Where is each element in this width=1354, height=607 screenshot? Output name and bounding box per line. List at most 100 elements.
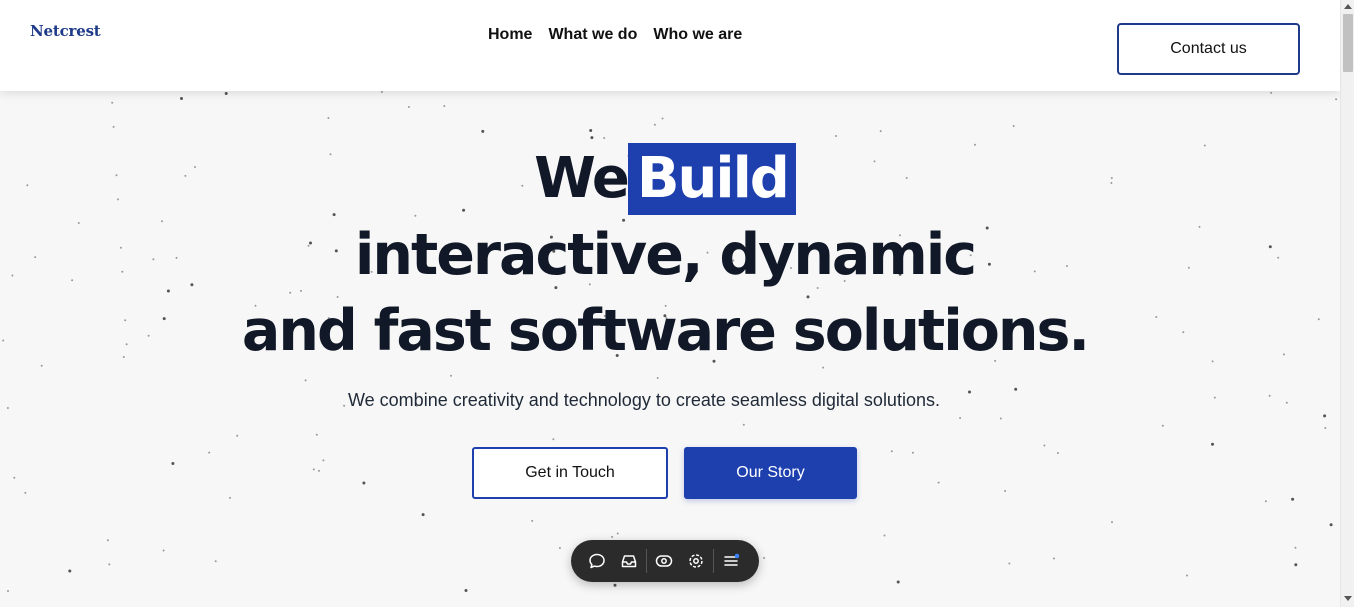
page-scrollbar[interactable] [1340, 0, 1354, 607]
star-dot [300, 289, 302, 292]
star-dot [1004, 490, 1007, 492]
star-dot [112, 125, 115, 128]
star-dot [450, 374, 452, 377]
star-dot [108, 563, 111, 566]
hero-headline-line2: interactive, dynamic [354, 222, 977, 288]
star-dot [1294, 546, 1297, 549]
star-dot [236, 434, 239, 437]
star-dot [835, 135, 837, 137]
star-dot [1211, 442, 1214, 446]
star-dot [1329, 523, 1333, 527]
star-dot [224, 92, 228, 95]
star-dot [1186, 574, 1188, 577]
star-dot [822, 366, 825, 369]
star-dot [1012, 125, 1015, 127]
star-dot [208, 451, 211, 454]
star-dot [896, 580, 900, 584]
get-in-touch-button[interactable]: Get in Touch [472, 447, 668, 499]
star-dot [13, 476, 16, 479]
star-dot [414, 214, 417, 217]
contact-us-button[interactable]: Contact us [1117, 23, 1300, 75]
floating-toolbar [571, 540, 759, 582]
star-dot [443, 105, 446, 107]
main-nav: Home What we do Who we are [488, 26, 742, 44]
inbox-icon[interactable] [613, 545, 645, 577]
hero-highlight-build: Build [627, 143, 796, 215]
star-dot [464, 589, 468, 592]
star-dot [552, 438, 555, 441]
menu-icon[interactable] [715, 545, 747, 577]
eye-icon[interactable] [648, 545, 680, 577]
star-dot [162, 549, 165, 552]
star-dot [589, 129, 593, 132]
star-dot [380, 91, 383, 93]
star-dot [421, 513, 425, 517]
nav-what-we-do[interactable]: What we do [548, 26, 637, 44]
nav-home[interactable]: Home [488, 26, 532, 44]
page: Netcrest Home What we do Who we are Cont… [0, 0, 1340, 607]
star-dot [653, 123, 656, 126]
star-dot [590, 136, 594, 140]
scroll-down-arrow-icon[interactable] [1344, 596, 1352, 601]
star-dot [40, 364, 43, 367]
star-dot [1161, 424, 1164, 427]
star-dot [318, 469, 320, 472]
star-dot [68, 569, 72, 573]
star-dot [229, 496, 231, 499]
star-dot [890, 450, 893, 453]
star-dot [312, 468, 315, 471]
scroll-up-arrow-icon[interactable] [1344, 4, 1352, 9]
star-dot [111, 101, 114, 104]
star-dot [180, 97, 183, 100]
star-dot [558, 547, 561, 549]
star-dot [1053, 557, 1055, 560]
hero-word-we: We [534, 146, 630, 211]
star-dot [1335, 98, 1338, 101]
star-dot [481, 129, 485, 133]
star-dot [214, 560, 217, 563]
settings-icon[interactable] [680, 545, 712, 577]
hero-headline-line1: We Build [0, 143, 1330, 215]
star-dot [1270, 91, 1273, 94]
logo[interactable]: Netcrest [30, 22, 101, 40]
star-dot [661, 117, 664, 120]
scroll-thumb[interactable] [1343, 14, 1353, 72]
hero-headline-line3: and fast software solutions. [241, 298, 1090, 364]
star-dot [24, 491, 27, 494]
star-dot [1323, 414, 1327, 418]
star-dot [879, 130, 882, 133]
star-dot [106, 539, 109, 542]
star-dot [315, 433, 318, 436]
star-dot [1008, 562, 1011, 565]
toolbar-divider [713, 549, 714, 573]
star-dot [322, 459, 325, 462]
star-dot [362, 481, 366, 485]
star-dot [1056, 452, 1059, 454]
star-dot [1111, 521, 1113, 524]
star-dot [289, 291, 292, 294]
our-story-button[interactable]: Our Story [684, 447, 857, 499]
star-dot [531, 519, 534, 522]
star-dot [613, 583, 617, 587]
star-dot [304, 379, 307, 382]
star-dot [1043, 444, 1046, 447]
star-dot [1324, 427, 1327, 429]
hero-subtitle: We combine creativity and technology to … [348, 390, 940, 410]
star-dot [763, 557, 766, 559]
star-dot [959, 417, 962, 419]
star-dot [1264, 500, 1267, 503]
star-dot [166, 289, 170, 293]
star-dot [171, 462, 175, 465]
star-dot [742, 423, 745, 426]
star-dot [407, 106, 410, 108]
star-dot [611, 535, 614, 538]
toolbar-divider [646, 549, 647, 573]
star-dot [7, 590, 9, 592]
star-dot [937, 481, 940, 484]
star-dot [327, 117, 330, 119]
star-dot [656, 377, 659, 379]
star-dot [883, 534, 886, 537]
comment-icon[interactable] [581, 545, 613, 577]
nav-who-we-are[interactable]: Who we are [653, 26, 742, 44]
star-dot [1291, 497, 1295, 501]
